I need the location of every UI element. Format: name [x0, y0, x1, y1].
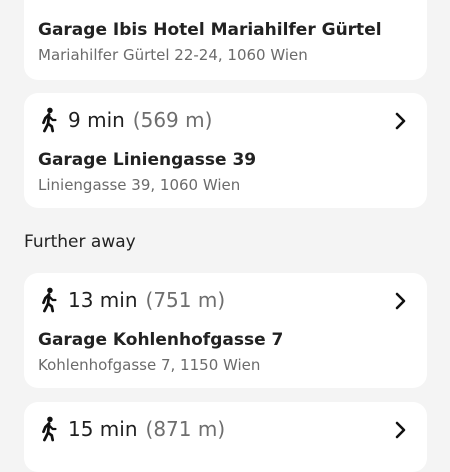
- section-heading-further-away: Further away: [24, 232, 136, 252]
- garage-address: Liniengasse 39, 1060 Wien: [38, 176, 241, 194]
- garage-card[interactable]: 9 min (569 m) Garage Liniengasse 39 Lini…: [24, 93, 427, 208]
- chevron-right-icon[interactable]: [393, 291, 407, 311]
- garage-name: Garage Ibis Hotel Mariahilfer Gürtel: [38, 20, 382, 40]
- walking-distance: (751 m): [145, 288, 226, 312]
- garage-card[interactable]: 13 min (751 m) Garage Kohlenhofgasse 7 K…: [24, 273, 427, 388]
- walking-distance: (569 m): [132, 108, 213, 132]
- walking-person-icon: [42, 287, 57, 313]
- walking-info: 15 min (871 m): [38, 416, 225, 442]
- walking-person-icon: [42, 416, 57, 442]
- garage-address: Kohlenhofgasse 7, 1150 Wien: [38, 356, 261, 374]
- walking-info: 9 min (569 m): [38, 107, 212, 133]
- walking-duration: 13 min: [68, 288, 138, 312]
- garage-card[interactable]: Garage Ibis Hotel Mariahilfer Gürtel Mar…: [24, 0, 427, 80]
- walking-distance: (871 m): [145, 417, 226, 441]
- walking-duration: 9 min: [68, 108, 125, 132]
- walking-person-icon: [42, 107, 57, 133]
- garage-card[interactable]: 15 min (871 m): [24, 402, 427, 472]
- walking-duration: 15 min: [68, 417, 138, 441]
- garage-name: Garage Liniengasse 39: [38, 150, 257, 170]
- chevron-right-icon[interactable]: [393, 420, 407, 440]
- garage-address: Mariahilfer Gürtel 22-24, 1060 Wien: [38, 46, 308, 64]
- garage-name: Garage Kohlenhofgasse 7: [38, 330, 284, 350]
- walking-info: 13 min (751 m): [38, 287, 225, 313]
- chevron-right-icon[interactable]: [393, 111, 407, 131]
